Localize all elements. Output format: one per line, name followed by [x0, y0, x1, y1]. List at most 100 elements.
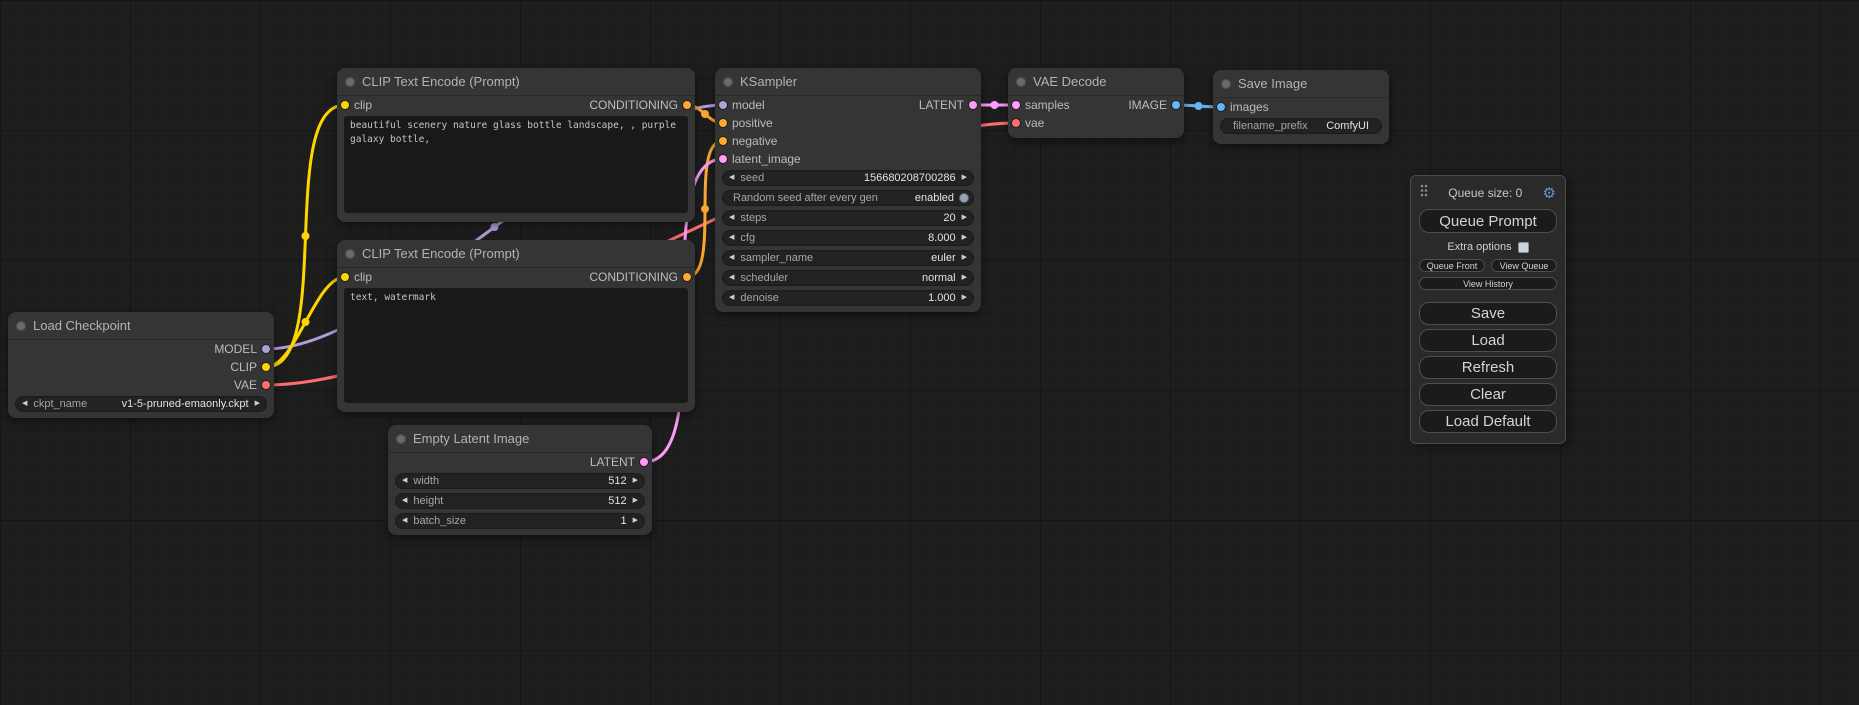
port-dot-icon[interactable]: [341, 273, 349, 281]
node-load-checkpoint[interactable]: Load Checkpoint MODEL CLIP VAE ◀ckpt_namev1-…: [8, 312, 274, 418]
widget-sampler-name[interactable]: ◀sampler_nameeuler▶: [722, 250, 974, 266]
widget-height[interactable]: ◀height512▶: [395, 493, 645, 509]
drag-handle-icon[interactable]: [1420, 184, 1428, 202]
queue-prompt-button[interactable]: Queue Prompt: [1419, 209, 1557, 233]
output-slot-latent[interactable]: LATENT: [590, 455, 652, 469]
input-slot-clip[interactable]: clip: [337, 98, 372, 112]
extra-options-checkbox[interactable]: [1518, 242, 1529, 253]
input-slot-positive[interactable]: positive: [715, 116, 773, 130]
node-ksampler[interactable]: KSamplermodelLATENTpositivenegativelaten…: [715, 68, 981, 312]
output-slot-conditioning[interactable]: CONDITIONING: [589, 270, 695, 284]
port-dot-icon[interactable]: [640, 458, 648, 466]
collapse-dot-icon[interactable]: [16, 321, 26, 331]
output-slot-vae[interactable]: VAE: [234, 378, 274, 392]
decrement-arrow-icon[interactable]: ◀: [396, 494, 413, 508]
node-titlebar[interactable]: Empty Latent Image: [388, 425, 652, 453]
port-dot-icon[interactable]: [1217, 103, 1225, 111]
input-slot-images[interactable]: images: [1213, 100, 1269, 114]
increment-arrow-icon[interactable]: ▶: [956, 251, 973, 265]
port-dot-icon[interactable]: [1172, 101, 1180, 109]
decrement-arrow-icon[interactable]: ◀: [723, 171, 740, 185]
widget-denoise[interactable]: ◀denoise1.000▶: [722, 290, 974, 306]
increment-arrow-icon[interactable]: ▶: [956, 291, 973, 305]
node-save-image[interactable]: Save Image images filename_prefixComfyUI: [1213, 70, 1389, 144]
port-dot-icon[interactable]: [683, 101, 691, 109]
increment-arrow-icon[interactable]: ▶: [627, 514, 644, 528]
collapse-dot-icon[interactable]: [1221, 79, 1231, 89]
port-dot-icon[interactable]: [341, 101, 349, 109]
widget-random-seed-after-every-gen[interactable]: Random seed after every genenabled: [722, 190, 974, 206]
port-dot-icon[interactable]: [683, 273, 691, 281]
node-titlebar[interactable]: CLIP Text Encode (Prompt): [337, 68, 695, 96]
decrement-arrow-icon[interactable]: ◀: [723, 291, 740, 305]
port-dot-icon[interactable]: [719, 101, 727, 109]
collapse-dot-icon[interactable]: [345, 77, 355, 87]
output-slot-clip[interactable]: CLIP: [230, 360, 274, 374]
output-slot-conditioning[interactable]: CONDITIONING: [589, 98, 695, 112]
node-titlebar[interactable]: Save Image: [1213, 70, 1389, 98]
save-button[interactable]: Save: [1419, 302, 1557, 325]
view-queue-button[interactable]: View Queue: [1491, 259, 1557, 272]
increment-arrow-icon[interactable]: ▶: [956, 271, 973, 285]
node-empty-latent-image[interactable]: Empty Latent Image LATENT ◀width512▶ ◀heigh…: [388, 425, 652, 535]
decrement-arrow-icon[interactable]: ◀: [723, 271, 740, 285]
widget-width[interactable]: ◀width512▶: [395, 473, 645, 489]
decrement-arrow-icon[interactable]: ◀: [396, 474, 413, 488]
clear-button[interactable]: Clear: [1419, 383, 1557, 406]
increment-arrow-icon[interactable]: ▶: [627, 474, 644, 488]
port-dot-icon[interactable]: [1012, 119, 1020, 127]
toggle-knob-icon[interactable]: [959, 193, 969, 203]
output-slot-latent[interactable]: LATENT: [919, 98, 981, 112]
prompt-textarea[interactable]: text, watermark: [344, 288, 688, 403]
graph-canvas[interactable]: Load Checkpoint MODEL CLIP VAE ◀ckpt_namev1-…: [0, 0, 1859, 705]
collapse-dot-icon[interactable]: [1016, 77, 1026, 87]
output-slot-model[interactable]: MODEL: [214, 342, 274, 356]
input-slot-negative[interactable]: negative: [715, 134, 777, 148]
decrement-arrow-icon[interactable]: ◀: [723, 251, 740, 265]
increment-arrow-icon[interactable]: ▶: [956, 171, 973, 185]
decrement-arrow-icon[interactable]: ◀: [396, 514, 413, 528]
port-dot-icon[interactable]: [719, 155, 727, 163]
widget-batch-size[interactable]: ◀batch_size1▶: [395, 513, 645, 529]
widget-scheduler[interactable]: ◀schedulernormal▶: [722, 270, 974, 286]
input-slot-samples[interactable]: samples: [1008, 98, 1070, 112]
view-history-button[interactable]: View History: [1419, 277, 1557, 290]
queue-front-button[interactable]: Queue Front: [1419, 259, 1485, 272]
widget-cfg[interactable]: ◀cfg8.000▶: [722, 230, 974, 246]
input-slot-clip[interactable]: clip: [337, 270, 372, 284]
collapse-dot-icon[interactable]: [345, 249, 355, 259]
decrement-arrow-icon[interactable]: ◀: [723, 231, 740, 245]
increment-arrow-icon[interactable]: ▶: [249, 397, 266, 411]
load-button[interactable]: Load: [1419, 329, 1557, 352]
port-dot-icon[interactable]: [969, 101, 977, 109]
output-slot-image[interactable]: IMAGE: [1128, 98, 1184, 112]
node-titlebar[interactable]: Load Checkpoint: [8, 312, 274, 340]
port-dot-icon[interactable]: [262, 363, 270, 371]
node-titlebar[interactable]: CLIP Text Encode (Prompt): [337, 240, 695, 268]
widget-ckpt-name[interactable]: ◀ckpt_namev1-5-pruned-emaonly.ckpt▶: [15, 396, 267, 412]
input-slot-vae[interactable]: vae: [1008, 116, 1044, 130]
node-titlebar[interactable]: KSampler: [715, 68, 981, 96]
increment-arrow-icon[interactable]: ▶: [956, 231, 973, 245]
prompt-textarea[interactable]: beautiful scenery nature glass bottle la…: [344, 116, 688, 213]
widget-steps[interactable]: ◀steps20▶: [722, 210, 974, 226]
decrement-arrow-icon[interactable]: ◀: [16, 397, 33, 411]
input-slot-model[interactable]: model: [715, 98, 765, 112]
node-clip-text-encode-negative[interactable]: CLIP Text Encode (Prompt) clip CONDITIONIN…: [337, 240, 695, 412]
increment-arrow-icon[interactable]: ▶: [627, 494, 644, 508]
load-default-button[interactable]: Load Default: [1419, 410, 1557, 433]
widget-seed[interactable]: ◀seed156680208700286▶: [722, 170, 974, 186]
port-dot-icon[interactable]: [1012, 101, 1020, 109]
collapse-dot-icon[interactable]: [723, 77, 733, 87]
port-dot-icon[interactable]: [719, 137, 727, 145]
port-dot-icon[interactable]: [719, 119, 727, 127]
settings-gear-icon[interactable]: ⚙: [1543, 186, 1556, 201]
port-dot-icon[interactable]: [262, 345, 270, 353]
increment-arrow-icon[interactable]: ▶: [956, 211, 973, 225]
decrement-arrow-icon[interactable]: ◀: [723, 211, 740, 225]
collapse-dot-icon[interactable]: [396, 434, 406, 444]
node-titlebar[interactable]: VAE Decode: [1008, 68, 1184, 96]
refresh-button[interactable]: Refresh: [1419, 356, 1557, 379]
node-vae-decode[interactable]: VAE Decode samples IMAGE vae: [1008, 68, 1184, 138]
widget-filename-prefix[interactable]: filename_prefixComfyUI: [1220, 118, 1382, 134]
